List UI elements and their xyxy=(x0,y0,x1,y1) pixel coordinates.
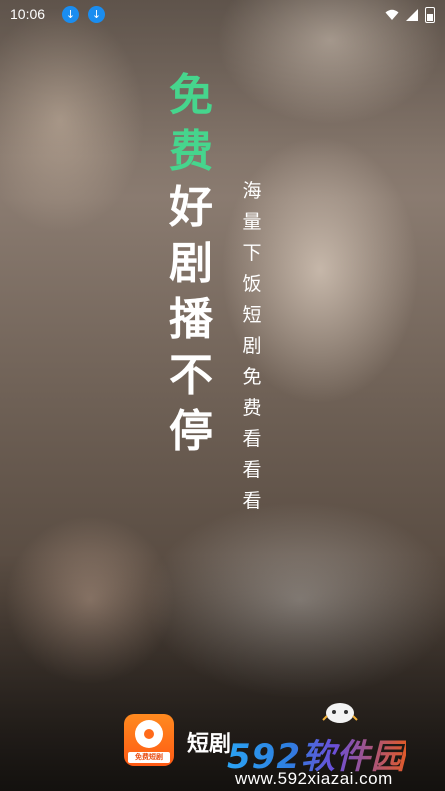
tagline-char: 剧 xyxy=(242,335,262,357)
headline-char: 免 xyxy=(169,70,213,121)
headline-char: 剧 xyxy=(169,238,213,289)
headline-char: 好 xyxy=(169,182,213,233)
headline-char: 停 xyxy=(169,406,213,457)
battery-icon xyxy=(425,7,435,23)
app-logo-label: 免费短剧 xyxy=(128,752,170,763)
app-logo: 免费短剧 xyxy=(124,714,174,766)
tagline-char: 看 xyxy=(242,428,262,450)
tagline-char: 看 xyxy=(242,459,262,481)
gamepad-mascot-icon xyxy=(322,703,358,723)
wifi-icon xyxy=(385,9,399,20)
headline-char: 播 xyxy=(169,294,213,345)
tagline-char: 费 xyxy=(242,397,262,419)
headline: 免 费 好 剧 播 不 停 xyxy=(165,68,217,460)
headline-char: 不 xyxy=(169,350,213,401)
watermark-url: www.592xiazai.com xyxy=(235,769,393,788)
status-bar: 10:06 ↓ ↓ xyxy=(0,0,445,30)
download-icon: ↓ xyxy=(62,6,79,23)
status-indicators xyxy=(385,7,435,23)
tagline-char: 下 xyxy=(242,242,262,264)
status-time: 10:06 xyxy=(10,6,46,22)
headline-char: 费 xyxy=(169,126,213,177)
tagline-char: 免 xyxy=(242,366,262,388)
tagline-char: 短 xyxy=(242,304,262,326)
tagline-char: 海 xyxy=(242,180,262,202)
background-overlay xyxy=(0,0,445,791)
tagline-char: 饭 xyxy=(242,273,262,295)
download-icon: ↓ xyxy=(88,6,105,23)
watermark: 592软件园 www.592xiazai.com xyxy=(225,729,445,789)
tagline: 海 量 下 饭 短 剧 免 费 看 看 看 xyxy=(240,176,264,517)
film-reel-icon xyxy=(135,720,163,748)
tagline-char: 看 xyxy=(242,490,262,512)
signal-icon xyxy=(406,9,418,21)
tagline-char: 量 xyxy=(242,211,262,233)
